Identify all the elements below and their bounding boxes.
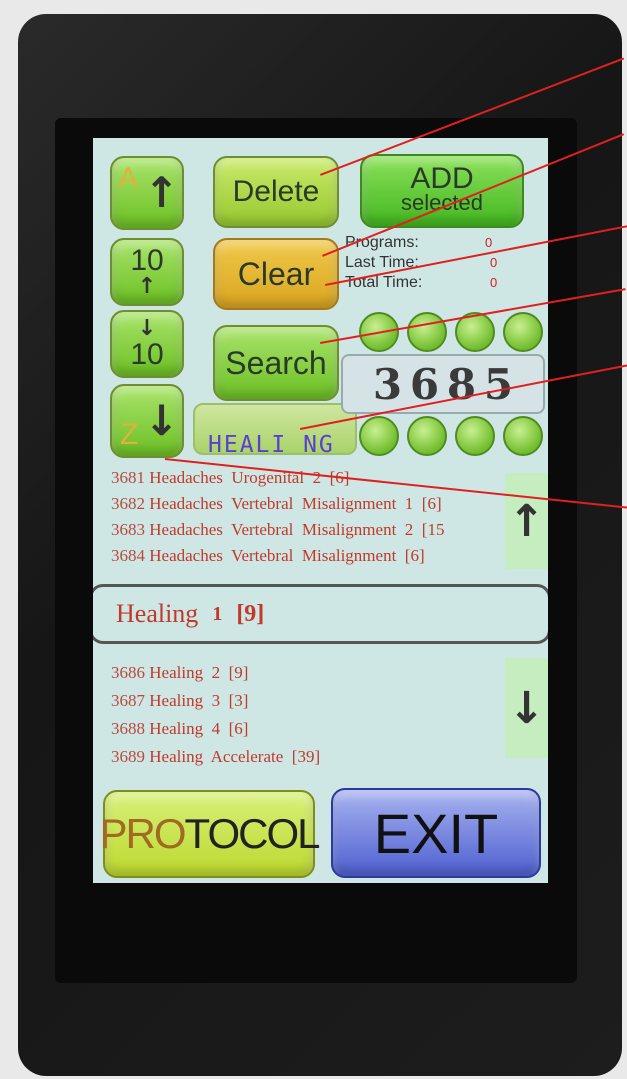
list-item-number: 3683 — [111, 520, 145, 539]
arrow-up-icon: ↑ — [137, 274, 157, 299]
jump-to-z-button[interactable]: Z ↓ — [110, 384, 184, 458]
protocol-prefix: PRO — [99, 810, 187, 857]
list-item-text: Headaches Vertebral Misalignment 2 [15 — [149, 520, 445, 539]
arrow-up-icon: ↑ — [508, 495, 545, 547]
list-item-number: 3686 — [111, 663, 145, 682]
list-item-text: Healing 2 [9] — [149, 663, 249, 682]
arrow-up-icon: ↑ — [144, 168, 180, 217]
digit1-down-button[interactable] — [359, 416, 399, 456]
protocol-button[interactable]: PRO TOCOL — [99, 790, 320, 878]
last-time-value: 0 — [490, 255, 498, 270]
selected-item-bracket: [9] — [236, 600, 265, 627]
list-item-number: 3684 — [111, 546, 145, 565]
list-item-text: Headaches Urogenital 2 [6] — [149, 468, 350, 487]
list-item-text: Headaches Vertebral Misalignment 1 [6] — [149, 494, 442, 513]
list-item-number: 3689 — [111, 747, 145, 766]
add-label: ADD — [410, 162, 474, 195]
list-item-text: Headaches Vertebral Misalignment [6] — [149, 546, 425, 565]
search-label: Search — [225, 344, 327, 381]
list-item-number: 3682 — [111, 494, 145, 513]
selected-item-name: Healing — [116, 599, 199, 628]
digit2-down-button[interactable] — [407, 416, 447, 456]
arrow-down-icon: ↓ — [508, 682, 545, 734]
list-item[interactable]: 3689 Healing Accelerate [39] — [111, 747, 320, 767]
digit4-down-button[interactable] — [503, 416, 543, 456]
digit-4: 5 — [483, 359, 514, 409]
search-button[interactable]: Search — [213, 325, 339, 401]
list-item[interactable]: 3684 Headaches Vertebral Misalignment [6… — [111, 546, 425, 566]
list-item-text: Healing 4 [6] — [149, 719, 249, 738]
digit-1: 3 — [372, 359, 403, 409]
exit-label: EXIT — [373, 801, 499, 865]
search-text: HEALI NG — [208, 432, 335, 458]
down-ten-button[interactable]: ↓ 10 — [110, 310, 184, 378]
list-item[interactable]: 3681 Headaches Urogenital 2 [6] — [111, 468, 349, 488]
touch-screen: A ↑ 10 ↑ ↓ 10 Z ↓ Delete Clear Search HE… — [93, 138, 548, 883]
up-ten-button[interactable]: 10 ↑ — [110, 238, 184, 306]
delete-button[interactable]: Delete — [213, 156, 339, 228]
letter-z: Z — [120, 418, 139, 451]
letter-a: A — [118, 162, 139, 195]
up-ten-value: 10 — [130, 244, 164, 277]
list-item-number: 3688 — [111, 719, 145, 738]
add-selected-button[interactable]: ADD selected — [360, 154, 524, 228]
delete-label: Delete — [232, 175, 320, 208]
scroll-up-button[interactable]: ↑ — [505, 473, 548, 569]
list-item-number: 3681 — [111, 468, 145, 487]
selected-item-number: 1 — [212, 602, 223, 625]
clear-button[interactable]: Clear — [213, 238, 339, 310]
protocol-suffix: TOCOL — [184, 810, 321, 857]
digit3-down-button[interactable] — [455, 416, 495, 456]
list-item[interactable]: 3686 Healing 2 [9] — [111, 663, 248, 683]
list-item-number: 3687 — [111, 691, 145, 710]
list-item[interactable]: 3683 Headaches Vertebral Misalignment 2 … — [111, 520, 444, 540]
digit4-up-button[interactable] — [503, 312, 543, 352]
list-item-text: Healing 3 [3] — [149, 691, 249, 710]
total-time-value: 0 — [490, 275, 498, 290]
jump-to-a-button[interactable]: A ↑ — [110, 156, 184, 230]
digit2-up-button[interactable] — [407, 312, 447, 352]
number-display: 3 6 8 5 — [341, 354, 545, 414]
scroll-down-button[interactable]: ↓ — [505, 658, 548, 758]
down-ten-value: 10 — [130, 338, 164, 371]
clear-label: Clear — [237, 255, 315, 292]
list-item[interactable]: 3682 Headaches Vertebral Misalignment 1 … — [111, 494, 442, 514]
list-item-text: Healing Accelerate [39] — [149, 747, 321, 766]
programs-value: 0 — [485, 235, 493, 250]
selected-list-item[interactable]: Healing 1 [9] — [93, 584, 548, 644]
list-item[interactable]: 3688 Healing 4 [6] — [111, 719, 248, 739]
arrow-down-icon: ↓ — [137, 316, 157, 341]
list-item[interactable]: 3687 Healing 3 [3] — [111, 691, 248, 711]
arrow-down-icon: ↓ — [144, 396, 180, 445]
exit-button[interactable]: EXIT — [331, 788, 541, 878]
